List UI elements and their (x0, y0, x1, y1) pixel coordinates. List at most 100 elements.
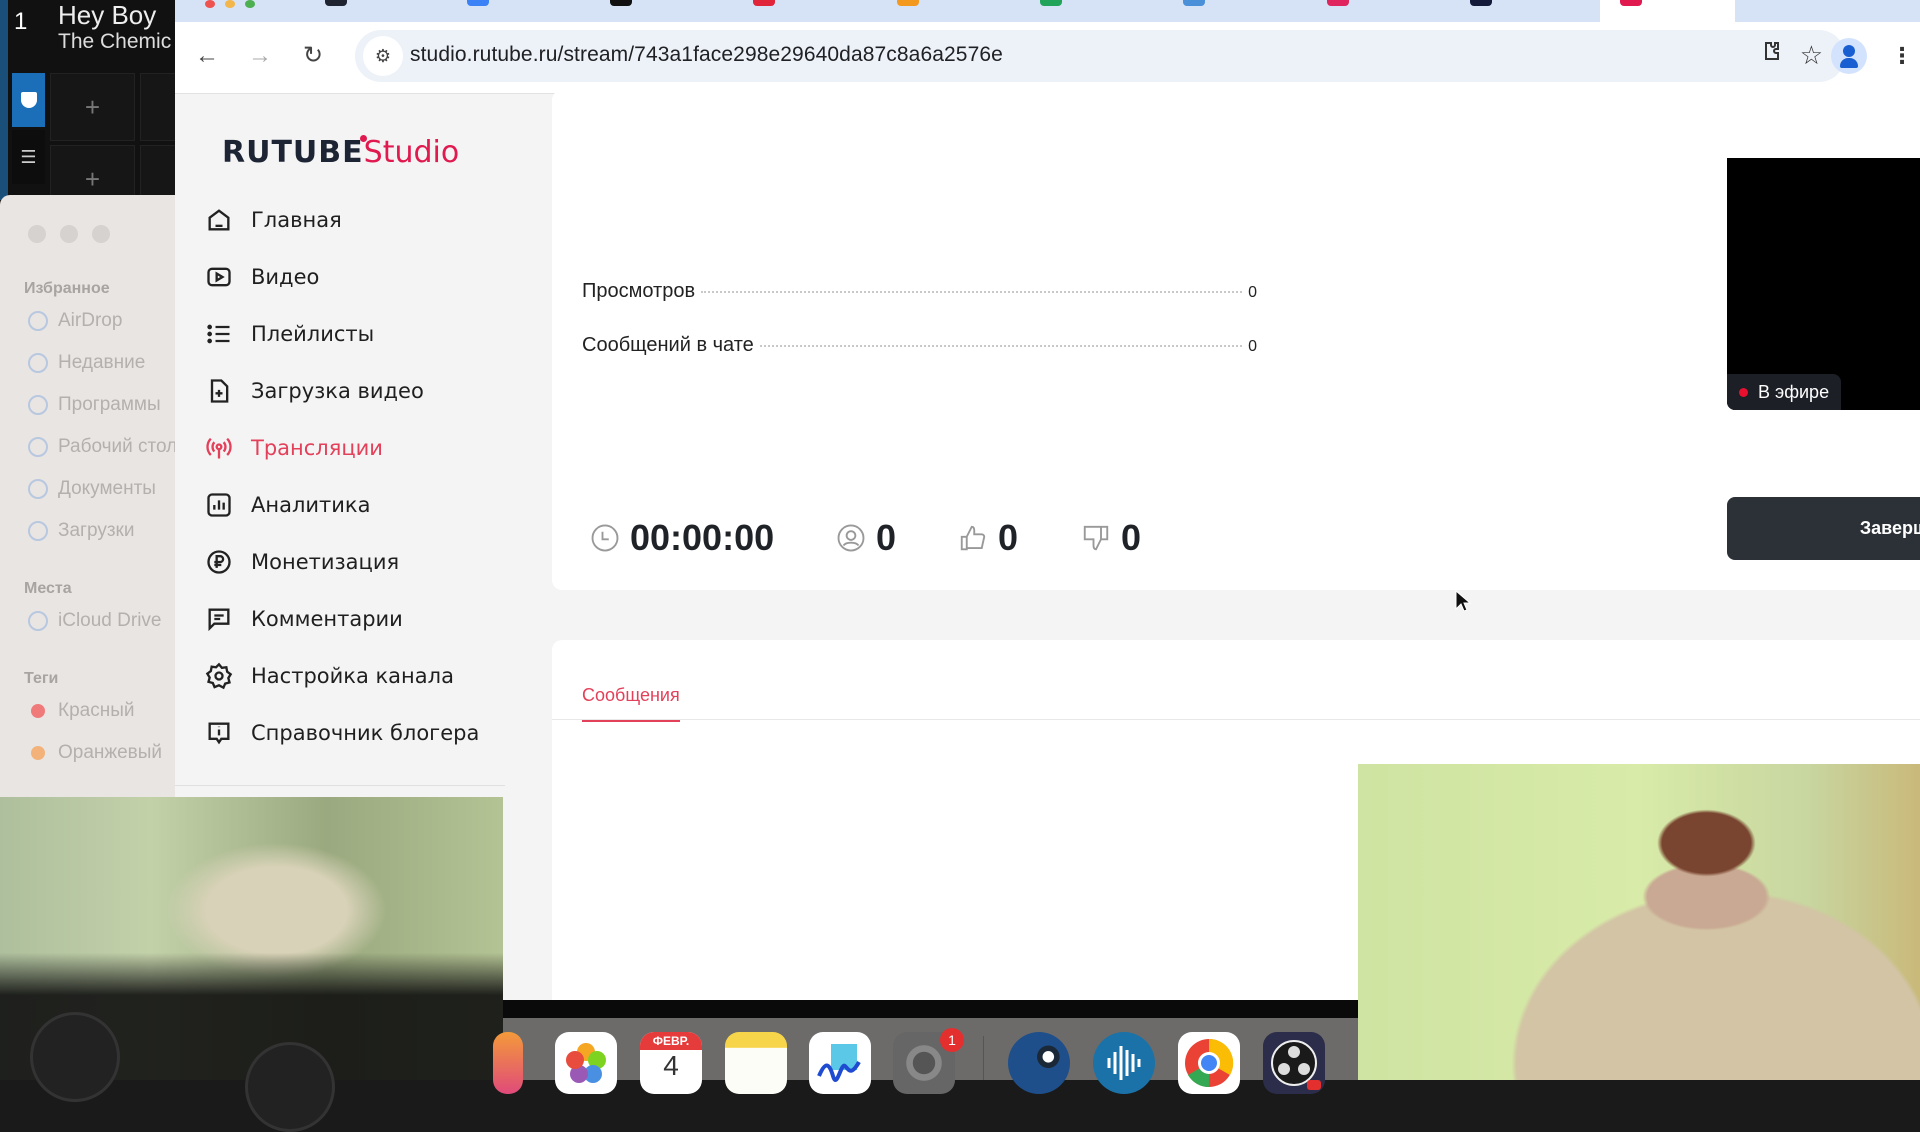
dj-menu-button[interactable]: ☰ (12, 130, 45, 184)
sidebar-divider (175, 785, 505, 786)
waveform-icon (1107, 1046, 1141, 1080)
ruble-icon (207, 550, 231, 574)
home-icon (208, 209, 230, 231)
stream-preview-player[interactable]: В эфире (1727, 158, 1920, 410)
end-stream-button[interactable]: Завершить трансляцию (1727, 497, 1920, 560)
obs-icon (1271, 1040, 1321, 1090)
browser-tab[interactable] (467, 0, 489, 6)
desktop-icon (28, 437, 48, 457)
shield-icon (20, 92, 37, 108)
browser-tab[interactable] (1040, 0, 1062, 6)
dj-add-slot[interactable]: + (50, 73, 135, 141)
reload-button[interactable]: ↻ (293, 36, 333, 76)
finder-section-places: Места (24, 580, 72, 597)
finder-tag[interactable]: Оранжевый (28, 742, 162, 764)
freeform-icon (817, 1044, 861, 1082)
dj-deck-button[interactable] (12, 73, 45, 127)
puzzle-icon (1765, 42, 1779, 60)
sidebar-item-playlists[interactable]: Плейлисты (205, 314, 374, 354)
browser-tab[interactable] (753, 0, 775, 6)
tune-icon: ⚙ (374, 46, 392, 66)
finder-item[interactable]: Недавние (28, 352, 145, 374)
site-info-button[interactable]: ⚙ (363, 36, 403, 76)
webcam-overlay-dj (0, 797, 503, 1132)
stream-likes: 0 (958, 517, 1018, 559)
sidebar-item-upload[interactable]: Загрузка видео (205, 371, 424, 411)
browser-tab[interactable] (325, 0, 347, 6)
sidebar-item-blogger-guide[interactable]: Справочник блогера (205, 713, 479, 753)
finder-item[interactable]: Загрузки (28, 520, 134, 542)
browser-tab[interactable] (1470, 0, 1492, 6)
browser-tab[interactable] (897, 0, 919, 6)
dock-app-freeform[interactable] (809, 1032, 871, 1094)
apps-icon (28, 395, 48, 415)
track-title: Hey Boy (58, 0, 157, 30)
tab-strip (175, 0, 1920, 22)
url-text[interactable]: studio.rutube.ru/stream/743a1face298e296… (410, 43, 1003, 67)
list-icon (207, 324, 230, 344)
finder-tag[interactable]: Красный (28, 700, 134, 722)
sidebar-item-video[interactable]: Видео (205, 257, 319, 297)
plus-icon: + (84, 92, 101, 122)
browser-tab[interactable] (1183, 0, 1205, 6)
dock-app-notes[interactable] (725, 1032, 787, 1094)
finder-section-favorites: Избранное (24, 280, 110, 297)
dock-app-chrome[interactable] (1178, 1032, 1240, 1094)
browser-tab[interactable] (1327, 0, 1349, 6)
browser-tab-active[interactable] (1600, 0, 1735, 22)
rutube-favicon (1620, 0, 1642, 6)
arrow-left-icon: ← (195, 42, 219, 69)
sidebar-item-channel-settings[interactable]: Настройка канала (205, 656, 454, 696)
sidebar-item-analytics[interactable]: Аналитика (205, 485, 370, 525)
rutube-studio-logo[interactable]: RUTUBEStudio (222, 135, 459, 170)
arrow-right-icon: → (248, 42, 272, 69)
broadcast-icon (206, 437, 232, 459)
zoom-window-button[interactable] (245, 0, 255, 8)
stat-chat-messages: Сообщений в чате 0 (582, 334, 1257, 356)
download-icon (28, 521, 48, 541)
chart-icon (207, 493, 231, 517)
bookmark-star-icon[interactable]: ☆ (1800, 40, 1823, 71)
sidebar-item-home[interactable]: Главная (205, 200, 342, 240)
dock-app-launchpad[interactable] (493, 1032, 523, 1094)
finder-item[interactable]: Документы (28, 478, 156, 500)
clock-icon (591, 524, 619, 552)
finder-section-tags: Теги (24, 670, 59, 687)
extensions-button[interactable] (1752, 36, 1792, 76)
sidebar-item-comments[interactable]: Комментарии (205, 599, 403, 639)
tab-messages[interactable]: Сообщения (582, 685, 680, 722)
finder-item[interactable]: Программы (28, 394, 161, 416)
plus-icon: + (84, 164, 101, 194)
address-bar[interactable]: ⚙ studio.rutube.ru/stream/743a1face298e2… (355, 30, 1845, 82)
dock-app-calendar[interactable]: ФЕВР. 4 (640, 1032, 702, 1094)
minimize-window-button[interactable] (60, 225, 78, 243)
stream-dislikes: 0 (1081, 517, 1141, 559)
stream-viewers: 0 (836, 517, 896, 559)
sidebar-item-broadcasts[interactable]: Трансляции (205, 428, 383, 468)
sidebar-item-monetization[interactable]: Монетизация (205, 542, 399, 582)
finder-item[interactable]: Рабочий стол (28, 436, 177, 458)
tabs-divider (552, 719, 1920, 720)
tag-dot-icon (31, 746, 45, 760)
lines-icon: ☰ (20, 147, 37, 167)
close-window-button[interactable] (28, 225, 46, 243)
dock-app-obs[interactable] (1263, 1032, 1325, 1094)
finder-item[interactable]: iCloud Drive (28, 610, 161, 632)
forward-button[interactable]: → (240, 36, 280, 76)
finder-item[interactable]: AirDrop (28, 310, 122, 332)
dock-app-rekordbox[interactable] (1093, 1032, 1155, 1094)
dock-app-steam[interactable] (1008, 1032, 1070, 1094)
stat-views: Просмотров 0 (582, 280, 1257, 302)
browser-menu-button[interactable]: ⋮ (1882, 36, 1920, 76)
dock-app-photos[interactable] (555, 1032, 617, 1094)
track-artist: The Chemic (58, 30, 172, 53)
browser-tab[interactable] (610, 0, 632, 6)
kebab-menu-icon: ⋮ (1891, 43, 1913, 68)
zoom-window-button[interactable] (92, 225, 110, 243)
chrome-icon (1185, 1038, 1234, 1088)
close-window-button[interactable] (205, 0, 215, 8)
profile-button[interactable] (1831, 38, 1867, 74)
minimize-window-button[interactable] (225, 0, 235, 8)
notification-badge: 1 (940, 1028, 964, 1052)
back-button[interactable]: ← (187, 36, 227, 76)
